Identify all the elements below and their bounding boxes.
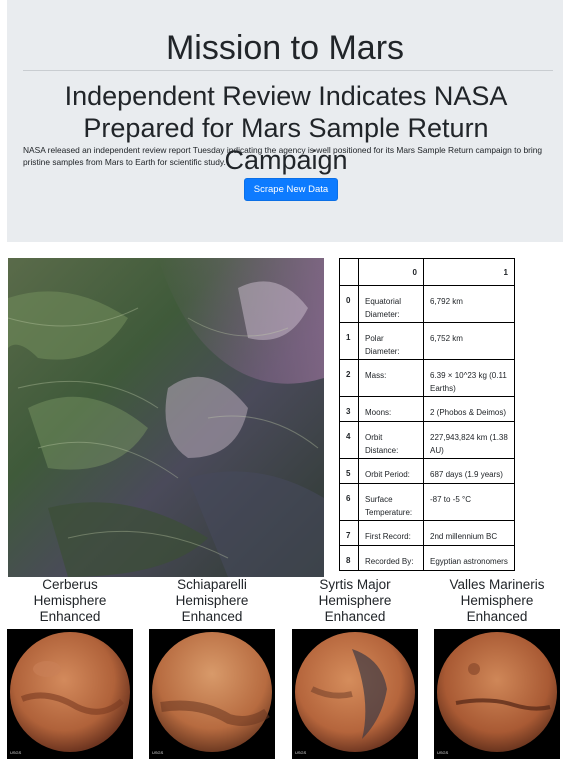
row-label: Equatorial Diameter: (358, 285, 424, 323)
mars-terrain-image (8, 258, 324, 577)
table-header-row: 0 1 (339, 258, 515, 286)
table-row: 5 Orbit Period: 687 days (1.9 years) (339, 458, 515, 484)
row-value: 227,943,824 km (1.38 AU) (423, 421, 515, 459)
usgs-logo: USGS (437, 750, 449, 755)
row-index: 5 (339, 458, 359, 484)
row-label: Mass: (358, 359, 424, 397)
page-title: Mission to Mars (165, 29, 405, 67)
row-index: 3 (339, 396, 359, 422)
table-row: 2 Mass: 6.39 × 10^23 kg (0.11 Earths) (339, 359, 515, 397)
row-label: Moons: (358, 396, 424, 422)
row-value: -87 to -5 °C (423, 483, 515, 521)
mars-globe-icon (437, 632, 557, 752)
table-header-index (339, 258, 359, 286)
row-value: 2nd millennium BC (423, 520, 515, 546)
row-index: 0 (339, 285, 359, 323)
hemisphere-image[interactable]: USGS (292, 629, 418, 759)
table-row: 8 Recorded By: Egyptian astronomers (339, 545, 515, 571)
divider (23, 70, 553, 71)
row-index: 7 (339, 520, 359, 546)
row-value: 2 (Phobos & Deimos) (423, 396, 515, 422)
jumbotron: Mission to Mars Independent Review Indic… (7, 0, 563, 242)
mars-facts-table: 0 1 0 Equatorial Diameter: 6,792 km 1 Po… (339, 258, 515, 571)
row-index: 1 (339, 322, 359, 360)
hemisphere-title: Valles Marineris Hemisphere Enhanced (449, 577, 545, 624)
hemisphere-card-valles-marineris: Valles Marineris Hemisphere Enhanced USG… (434, 577, 560, 759)
news-paragraph: NASA released an independent review repo… (23, 145, 543, 167)
table-header-1: 1 (423, 258, 515, 286)
usgs-logo: USGS (10, 750, 22, 755)
row-index: 6 (339, 483, 359, 521)
row-value: 6,792 km (423, 285, 515, 323)
usgs-logo: USGS (152, 750, 164, 755)
table-row: 6 Surface Temperature: -87 to -5 °C (339, 483, 515, 521)
hemisphere-title: Cerberus Hemisphere Enhanced (33, 577, 107, 624)
table-row: 7 First Record: 2nd millennium BC (339, 520, 515, 546)
hemisphere-title: Syrtis Major Hemisphere Enhanced (318, 577, 392, 624)
mars-globe-icon (10, 632, 130, 752)
row-index: 2 (339, 359, 359, 397)
row-index: 4 (339, 421, 359, 459)
mars-globe-icon (295, 632, 415, 752)
row-value: 6,752 km (423, 322, 515, 360)
row-value: 6.39 × 10^23 kg (0.11 Earths) (423, 359, 515, 397)
row-label: Recorded By: (358, 545, 424, 571)
hemisphere-card-cerberus: Cerberus Hemisphere Enhanced USGS (7, 577, 133, 759)
hemisphere-title: Schiaparelli Hemisphere Enhanced (175, 577, 249, 624)
hemisphere-image[interactable]: USGS (7, 629, 133, 759)
row-label: Surface Temperature: (358, 483, 424, 521)
row-label: First Record: (358, 520, 424, 546)
hemisphere-card-schiaparelli: Schiaparelli Hemisphere Enhanced USGS (149, 577, 275, 759)
table-row: 4 Orbit Distance: 227,943,824 km (1.38 A… (339, 421, 515, 459)
table-row: 1 Polar Diameter: 6,752 km (339, 322, 515, 360)
hemisphere-image[interactable]: USGS (149, 629, 275, 759)
row-value: 687 days (1.9 years) (423, 458, 515, 484)
row-label: Orbit Distance: (358, 421, 424, 459)
table-row: 3 Moons: 2 (Phobos & Deimos) (339, 396, 515, 422)
table-header-0: 0 (358, 258, 424, 286)
scrape-new-data-button[interactable]: Scrape New Data (244, 178, 338, 201)
row-value: Egyptian astronomers (423, 545, 515, 571)
usgs-logo: USGS (295, 750, 307, 755)
hemisphere-card-syrtis-major: Syrtis Major Hemisphere Enhanced USGS (292, 577, 418, 759)
table-row: 0 Equatorial Diameter: 6,792 km (339, 285, 515, 323)
row-label: Polar Diameter: (358, 322, 424, 360)
row-index: 8 (339, 545, 359, 571)
hemisphere-image[interactable]: USGS (434, 629, 560, 759)
mars-globe-icon (152, 632, 272, 752)
row-label: Orbit Period: (358, 458, 424, 484)
featured-image (8, 258, 324, 577)
